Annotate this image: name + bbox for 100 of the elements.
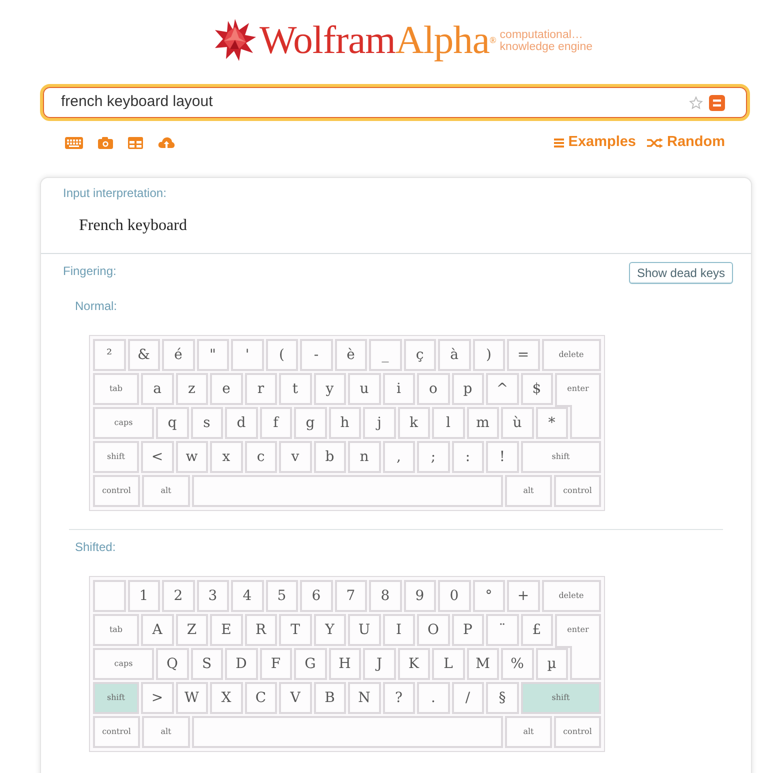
keyboard-key: L	[432, 648, 464, 680]
layout-title: Normal:	[74, 298, 118, 314]
layout-title: Shifted:	[74, 539, 117, 555]
control-key: control	[554, 475, 601, 507]
search-field[interactable]: french keyboard layout	[40, 84, 750, 121]
keyboard-key: D	[225, 648, 258, 680]
keyboard-key: "	[196, 339, 229, 371]
keyboard-key: O	[417, 614, 450, 646]
keyboard-key: N	[348, 682, 380, 714]
keyboard-key: £	[520, 614, 553, 646]
keyboard-key: U	[348, 614, 380, 646]
keyboard-icon[interactable]	[65, 137, 83, 149]
keyboard-key: ¨	[486, 614, 518, 646]
camera-icon[interactable]	[98, 137, 113, 149]
keyboard-key: 2	[162, 580, 194, 612]
keyboard-key: C	[244, 682, 277, 714]
equals-button-icon[interactable]	[709, 94, 725, 110]
keyboard-key: 8	[369, 580, 402, 612]
logo-star-icon	[213, 18, 258, 62]
alt-key: alt	[142, 475, 190, 507]
keyboard-key: Y	[314, 614, 346, 646]
keyboard-key: >	[141, 682, 174, 714]
keyboard-key: ^	[486, 373, 518, 405]
keyboard-key: 9	[404, 580, 436, 612]
caps-key: caps	[93, 648, 154, 680]
keyboard-key: 6	[300, 580, 332, 612]
keyboard-key: é	[162, 339, 194, 371]
keyboard-key: P	[452, 614, 484, 646]
keyboard-key: c	[244, 441, 277, 473]
keyboard-key: r	[244, 373, 277, 405]
keyboard-key: e	[210, 373, 242, 405]
keyboard-key: _	[369, 339, 402, 371]
keyboard-key: 0	[438, 580, 470, 612]
delete-key: delete	[542, 339, 601, 371]
keyboard-key: u	[348, 373, 380, 405]
logo-tagline: computational… knowledge engine	[500, 29, 593, 53]
keyboard-key: g	[294, 407, 326, 439]
keyboard-key: W	[176, 682, 208, 714]
keyboard-key: B	[314, 682, 346, 714]
keyboard-key: n	[348, 441, 380, 473]
keyboard-key: 7	[334, 580, 367, 612]
keyboard-key: 5	[266, 580, 298, 612]
alt-key: alt	[505, 716, 552, 748]
table-icon[interactable]	[128, 137, 143, 149]
keyboard-key: à	[438, 339, 470, 371]
control-key: control	[554, 716, 601, 748]
keyboard-key: R	[244, 614, 277, 646]
keyboard-key: h	[328, 407, 361, 439]
keyboard-key: $	[520, 373, 553, 405]
keyboard-key: Q	[156, 648, 188, 680]
pod-title: Fingering:	[63, 263, 116, 279]
pod-title: Input interpretation:	[63, 185, 168, 201]
keyboard-key: M	[466, 648, 499, 680]
delete-key: delete	[542, 580, 601, 612]
list-icon	[554, 138, 564, 148]
keyboard-key: V	[279, 682, 312, 714]
keyboard-key: Z	[176, 614, 208, 646]
star-icon[interactable]	[689, 96, 703, 110]
cloud-upload-icon[interactable]	[158, 136, 175, 150]
keyboard-key: d	[225, 407, 258, 439]
shift-key: shift	[93, 441, 139, 473]
keyboard-key: m	[466, 407, 499, 439]
show-dead-keys-button[interactable]: Show dead keys	[628, 262, 733, 284]
keyboard-key: F	[260, 648, 292, 680]
keyboard-key: y	[314, 373, 346, 405]
keyboard-key: ;	[417, 441, 450, 473]
keyboard-key: z	[176, 373, 208, 405]
keyboard-key: 4	[231, 580, 264, 612]
control-key: control	[93, 716, 140, 748]
keyboard-key: 1	[128, 580, 160, 612]
keyboard-key: S	[190, 648, 223, 680]
keyboard-key: q	[156, 407, 188, 439]
keyboard-key: §	[486, 682, 518, 714]
keyboard-key: j	[363, 407, 396, 439]
keyboard-key: t	[279, 373, 312, 405]
tab-key: tab	[93, 373, 139, 405]
keyboard-key: °	[472, 580, 505, 612]
keyboard-key: H	[328, 648, 361, 680]
keyboard-key: /	[452, 682, 484, 714]
keyboard-key: K	[398, 648, 430, 680]
keyboard-key: %	[501, 648, 534, 680]
keyboard-key: v	[279, 441, 312, 473]
keyboard-key: a	[141, 373, 174, 405]
keyboard-key: I	[382, 614, 415, 646]
keyboard-key: b	[314, 441, 346, 473]
keyboard-key: p	[452, 373, 484, 405]
keyboard-key: 3	[196, 580, 229, 612]
pod-result-text: French keyboard	[79, 216, 188, 236]
keyboard-key: ,	[382, 441, 415, 473]
keyboard-key: X	[210, 682, 242, 714]
keyboard-key: o	[417, 373, 450, 405]
keyboard-key: l	[432, 407, 464, 439]
caps-key: caps	[93, 407, 154, 439]
alt-key: alt	[505, 475, 552, 507]
keyboard-key: =	[507, 339, 540, 371]
keyboard-key: .	[417, 682, 450, 714]
keyboard-key: &	[128, 339, 160, 371]
keyboard-key: f	[260, 407, 292, 439]
keyboard-key: w	[176, 441, 208, 473]
keyboard-key: !	[486, 441, 518, 473]
